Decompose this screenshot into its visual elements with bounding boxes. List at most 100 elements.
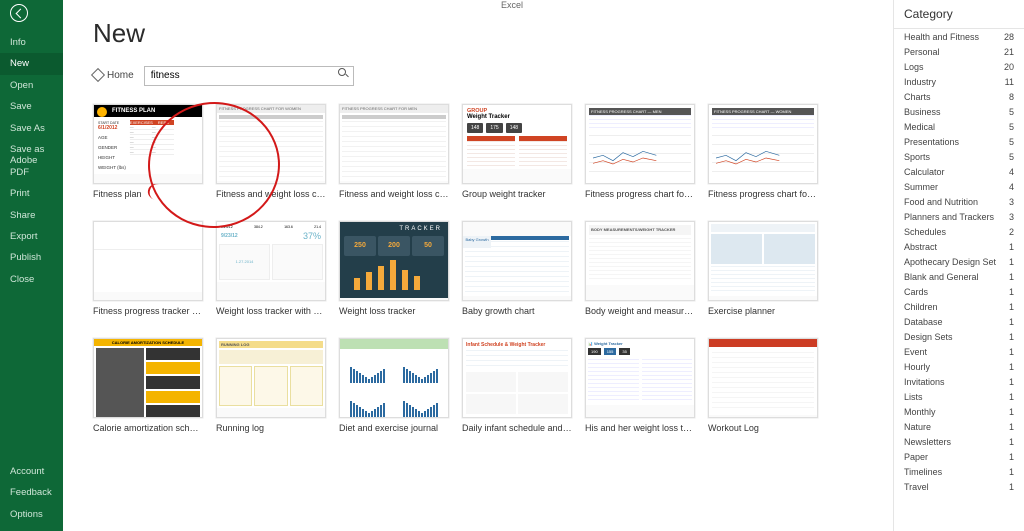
sidebar-item-saveadobe[interactable]: Save as Adobe PDF [0, 139, 63, 183]
template-tile[interactable]: GROUPWeight Tracker148175148Group weight… [462, 104, 572, 199]
category-count: 1 [1009, 482, 1014, 492]
template-thumbnail: FITNESS PROGRESS CHART FOR WOMEN [216, 104, 326, 184]
category-item[interactable]: Blank and General1 [894, 269, 1024, 284]
template-tile[interactable]: BODY MEASUREMENTS/WEIGHT TRACKERBody wei… [585, 221, 695, 316]
backstage-view: Info New Open Save Save As Save as Adobe… [0, 0, 1024, 531]
template-thumbnail: Baby Growth [462, 221, 572, 301]
category-item[interactable]: Timelines1 [894, 464, 1024, 479]
category-item[interactable]: Paper1 [894, 449, 1024, 464]
search-icon[interactable] [338, 68, 350, 80]
template-tile[interactable]: FITNESS PROGRESS CHART — WOMENFitness pr… [708, 104, 818, 199]
home-link[interactable]: Home [93, 70, 134, 81]
sidebar-item-share[interactable]: Share [0, 205, 63, 226]
category-count: 28 [1004, 32, 1014, 42]
category-item[interactable]: Newsletters1 [894, 434, 1024, 449]
category-item[interactable]: Logs20 [894, 59, 1024, 74]
category-item[interactable]: Nature1 [894, 419, 1024, 434]
category-item[interactable]: Medical5 [894, 119, 1024, 134]
category-name: Sports [904, 152, 930, 162]
sidebar-item-print[interactable]: Print [0, 183, 63, 204]
category-item[interactable]: Planners and Trackers3 [894, 209, 1024, 224]
category-name: Industry [904, 77, 936, 87]
template-tile[interactable]: RUNNING LOGRunning log [216, 338, 326, 433]
category-item[interactable]: Apothecary Design Set1 [894, 254, 1024, 269]
sidebar-item-account[interactable]: Account [0, 461, 63, 482]
template-tile[interactable]: FITNESS PLAN START DATE6/1/2012 AGEGENDE… [93, 104, 203, 199]
category-name: Monthly [904, 407, 936, 417]
template-tile[interactable]: Diet and exercise journal [339, 338, 449, 433]
category-item[interactable]: Industry11 [894, 74, 1024, 89]
sidebar-item-save[interactable]: Save [0, 96, 63, 117]
template-tile[interactable]: Baby GrowthBaby growth chart [462, 221, 572, 316]
category-item[interactable]: Children1 [894, 299, 1024, 314]
category-name: Travel [904, 482, 929, 492]
sidebar-item-open[interactable]: Open [0, 75, 63, 96]
sidebar: Info New Open Save Save As Save as Adobe… [0, 0, 63, 531]
category-count: 1 [1009, 452, 1014, 462]
template-tile[interactable]: Workout Log [708, 338, 818, 433]
category-item[interactable]: Hourly1 [894, 359, 1024, 374]
template-tile[interactable]: FITNESS PROGRESS CHART FOR WOMENFitness … [216, 104, 326, 199]
sidebar-item-export[interactable]: Export [0, 226, 63, 247]
template-tile[interactable]: CALORIE AMORTIZATION SCHEDULECalorie amo… [93, 338, 203, 433]
category-name: Database [904, 317, 943, 327]
category-count: 1 [1009, 242, 1014, 252]
category-item[interactable]: Database1 [894, 314, 1024, 329]
category-item[interactable]: Sports5 [894, 149, 1024, 164]
sidebar-item-close[interactable]: Close [0, 269, 63, 290]
sidebar-item-publish[interactable]: Publish [0, 247, 63, 268]
sidebar-item-info[interactable]: Info [0, 32, 63, 53]
category-item[interactable]: Travel 1 [894, 479, 1024, 494]
sidebar-bottom: Account Feedback Options [0, 461, 63, 525]
template-search [144, 65, 354, 86]
template-tile[interactable]: FITNESS PROGRESS CHART FOR MENFitness an… [339, 104, 449, 199]
template-tile[interactable]: Infant Schedule & Weight TrackerDaily in… [462, 338, 572, 433]
category-item[interactable]: Presentations5 [894, 134, 1024, 149]
search-input[interactable] [144, 66, 354, 86]
category-name: Food and Nutrition [904, 197, 978, 207]
category-item[interactable]: Event1 [894, 344, 1024, 359]
category-count: 2 [1009, 227, 1014, 237]
category-name: Business [904, 107, 941, 117]
category-name: Calculator [904, 167, 945, 177]
back-button[interactable] [0, 0, 63, 26]
template-tile[interactable]: 📊 Weight Tracker19015535His and her weig… [585, 338, 695, 433]
category-item[interactable]: Lists1 [894, 389, 1024, 404]
category-item[interactable]: Invitations1 [894, 374, 1024, 389]
sidebar-nav: Info New Open Save Save As Save as Adobe… [0, 32, 63, 290]
category-count: 1 [1009, 362, 1014, 372]
category-item[interactable]: Design Sets1 [894, 329, 1024, 344]
sidebar-item-feedback[interactable]: Feedback [0, 482, 63, 503]
category-item[interactable]: Monthly1 [894, 404, 1024, 419]
template-thumbnail: GROUPWeight Tracker148175148 [462, 104, 572, 184]
template-tile[interactable]: Fitness progress tracker for men... [93, 221, 203, 316]
category-item[interactable]: Calculator 4 [894, 164, 1024, 179]
page-title: New [93, 18, 863, 49]
template-tile[interactable]: TRACKER25020050Weight loss tracker [339, 221, 449, 316]
sidebar-item-options[interactable]: Options [0, 504, 63, 525]
template-label: Diet and exercise journal [339, 423, 449, 433]
category-count: 1 [1009, 332, 1014, 342]
sidebar-item-saveas[interactable]: Save As [0, 118, 63, 139]
home-icon [91, 68, 105, 82]
category-count: 4 [1009, 167, 1014, 177]
template-label: Daily infant schedule and weigh... [462, 423, 572, 433]
category-item[interactable]: Summer4 [894, 179, 1024, 194]
template-tile[interactable]: 9/23/12384.2163.621.49/23/1237%1.27.2014… [216, 221, 326, 316]
template-tile[interactable]: FITNESS PROGRESS CHART — MENFitness prog… [585, 104, 695, 199]
category-item[interactable]: Schedules2 [894, 224, 1024, 239]
category-item[interactable]: Food and Nutrition3 [894, 194, 1024, 209]
template-label: Workout Log [708, 423, 818, 433]
category-count: 5 [1009, 122, 1014, 132]
category-list[interactable]: Health and Fitness28Personal21Logs20Indu… [894, 29, 1024, 531]
template-label: Body weight and measurements... [585, 306, 695, 316]
category-item[interactable]: Abstract1 [894, 239, 1024, 254]
category-item[interactable]: Business5 [894, 104, 1024, 119]
template-thumbnail [708, 221, 818, 301]
category-item[interactable]: Charts8 [894, 89, 1024, 104]
category-item[interactable]: Personal21 [894, 44, 1024, 59]
category-item[interactable]: Cards1 [894, 284, 1024, 299]
sidebar-item-new[interactable]: New [0, 53, 63, 74]
template-tile[interactable]: Exercise planner [708, 221, 818, 316]
category-item[interactable]: Health and Fitness28 [894, 29, 1024, 44]
